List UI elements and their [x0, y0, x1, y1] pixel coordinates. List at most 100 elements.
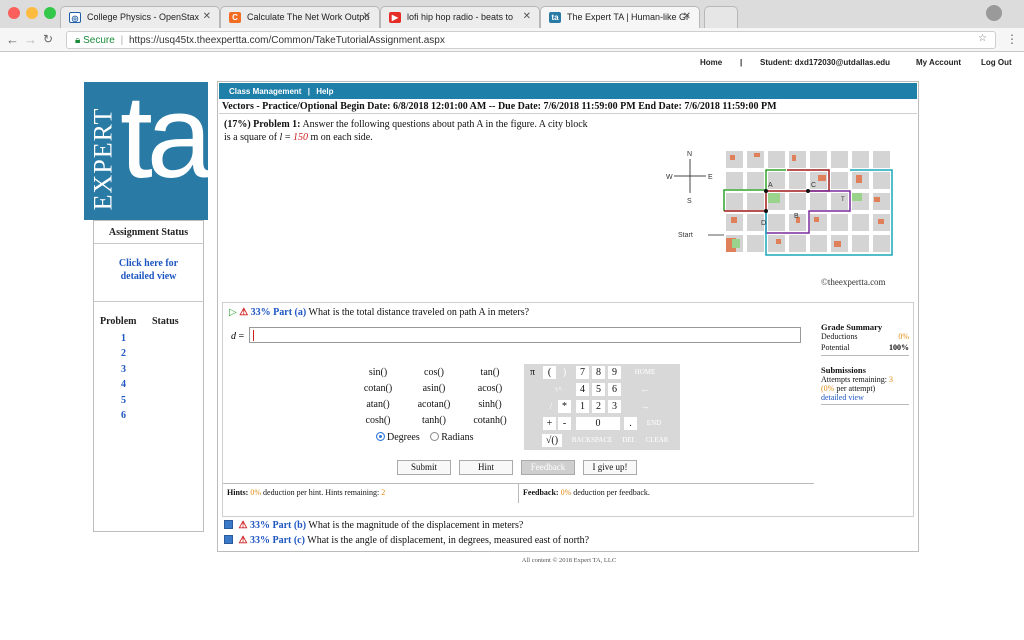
- close-window-button[interactable]: [8, 7, 20, 19]
- digit-1-key[interactable]: 1: [576, 400, 589, 413]
- multiply-key[interactable]: *: [558, 400, 571, 413]
- answer-input[interactable]: [249, 327, 801, 343]
- cos-key[interactable]: cos(): [410, 366, 458, 380]
- calculator-keypad: π ( ) 7 8 9 HOME ↑^ 4 5 6 ← / * 1 2 3 → …: [524, 364, 680, 450]
- deductions-label: Deductions: [821, 332, 858, 341]
- digit-5-key[interactable]: 5: [592, 383, 605, 396]
- tan-key[interactable]: tan(): [466, 366, 514, 380]
- right-paren-key[interactable]: ): [558, 366, 571, 379]
- my-account-link[interactable]: My Account: [916, 58, 961, 67]
- compass-west: W: [666, 174, 673, 181]
- problem-link-2[interactable]: 2: [121, 348, 126, 359]
- browser-tab-youtube[interactable]: ▶ lofi hip hop radio - beats to ✕: [380, 6, 540, 28]
- problem-link-1[interactable]: 1: [121, 333, 126, 344]
- digit-3-key[interactable]: 3: [608, 400, 621, 413]
- clear-key[interactable]: CLEAR: [640, 434, 674, 447]
- part-b-header[interactable]: ⚠ 33% Part (b) What is the magnitude of …: [224, 520, 523, 531]
- part-c-header[interactable]: ⚠ 33% Part (c) What is the angle of disp…: [224, 535, 589, 546]
- submissions-title: Submissions: [821, 365, 866, 375]
- browser-tab-chegg[interactable]: C Calculate The Net Work Outpu ✕: [220, 6, 380, 28]
- part-c-label: Part (c): [272, 535, 305, 546]
- menu-kebab-icon[interactable]: ⋮: [1006, 32, 1018, 46]
- delete-key[interactable]: DEL: [620, 434, 638, 447]
- digit-4-key[interactable]: 4: [576, 383, 589, 396]
- atan-key[interactable]: atan(): [354, 398, 402, 412]
- close-tab-icon[interactable]: ✕: [363, 11, 371, 22]
- digit-7-key[interactable]: 7: [576, 366, 589, 379]
- minus-key[interactable]: -: [558, 417, 571, 430]
- digit-8-key[interactable]: 8: [592, 366, 605, 379]
- log-out-link[interactable]: Log Out: [981, 58, 1012, 67]
- submissions-detailed-view-link[interactable]: detailed view: [821, 393, 909, 402]
- submit-button[interactable]: Submit: [397, 460, 451, 475]
- pi-key[interactable]: π: [526, 366, 539, 379]
- detailed-view-link[interactable]: Click here for detailed view: [94, 257, 203, 283]
- url-input[interactable]: 🔒︎ Secure | https://usq45tx.theexpertta.…: [66, 31, 996, 49]
- tanh-key[interactable]: tanh(): [410, 414, 458, 428]
- feedback-button[interactable]: Feedback: [521, 460, 575, 475]
- grade-summary-title: Grade Summary: [821, 322, 883, 332]
- compass-south: S: [687, 198, 692, 205]
- problem-link-5[interactable]: 5: [121, 395, 126, 406]
- url-text: https://usq45tx.theexpertta.com/Common/T…: [128, 35, 445, 46]
- acos-key[interactable]: acos(): [466, 382, 514, 396]
- block-length-value: 150: [292, 132, 308, 143]
- bookmark-star-icon[interactable]: ☆: [978, 33, 987, 44]
- right-arrow-key[interactable]: →: [628, 400, 662, 413]
- acotan-key[interactable]: acotan(): [410, 398, 458, 412]
- reload-icon[interactable]: ↻: [43, 32, 53, 46]
- problem-link-4[interactable]: 4: [121, 379, 126, 390]
- problem-link-6[interactable]: 6: [121, 410, 126, 421]
- help-link[interactable]: Help: [316, 87, 333, 96]
- city-map-svg: N S W E A B C D T Start: [666, 151, 893, 256]
- class-management-link[interactable]: Class Management: [229, 87, 301, 96]
- cotan-key[interactable]: cotan(): [354, 382, 402, 396]
- browser-tab-expertta[interactable]: ta The Expert TA | Human-like Gr ✕: [540, 6, 700, 28]
- asin-key[interactable]: asin(): [410, 382, 458, 396]
- cotanh-key[interactable]: cotanh(): [466, 414, 514, 428]
- home-key[interactable]: HOME: [628, 366, 662, 379]
- attempts-label: Attempts remaining:: [821, 375, 887, 384]
- end-key[interactable]: END: [640, 417, 668, 430]
- sin-key[interactable]: sin(): [354, 366, 402, 380]
- tab-title: College Physics - OpenStax: [87, 12, 200, 22]
- close-tab-icon[interactable]: ✕: [683, 11, 691, 22]
- cosh-key[interactable]: cosh(): [354, 414, 402, 428]
- divide-key[interactable]: /: [546, 400, 556, 413]
- plus-key[interactable]: +: [543, 417, 556, 430]
- backspace-key[interactable]: BACKSPACE: [566, 434, 618, 447]
- close-tab-icon[interactable]: ✕: [203, 11, 211, 22]
- radians-radio[interactable]: [430, 432, 440, 441]
- profile-icon[interactable]: [986, 5, 1002, 21]
- digit-2-key[interactable]: 2: [592, 400, 605, 413]
- hint-button[interactable]: Hint: [459, 460, 513, 475]
- decimal-key[interactable]: .: [624, 417, 637, 430]
- collapse-icon[interactable]: [224, 520, 233, 529]
- browser-tab-openstax[interactable]: ◎ College Physics - OpenStax ✕: [60, 6, 220, 28]
- degrees-radio[interactable]: [376, 432, 385, 441]
- close-tab-icon[interactable]: ✕: [523, 11, 531, 22]
- forward-arrow-icon[interactable]: →: [24, 32, 37, 47]
- left-arrow-key[interactable]: ←: [628, 383, 662, 396]
- problem-weight: (17%): [224, 119, 251, 130]
- new-tab-button[interactable]: [704, 6, 738, 28]
- back-arrow-icon[interactable]: ←: [6, 32, 19, 47]
- problem-link-3[interactable]: 3: [121, 364, 126, 375]
- compass-north: N: [687, 151, 692, 158]
- assignment-frame: Class Management | Help Vectors - Practi…: [217, 81, 919, 564]
- minimize-window-button[interactable]: [26, 7, 38, 19]
- give-up-button[interactable]: I give up!: [583, 460, 637, 475]
- sqrt-key[interactable]: √(): [542, 434, 562, 447]
- sinh-key[interactable]: sinh(): [466, 398, 514, 412]
- left-paren-key[interactable]: (: [543, 366, 556, 379]
- digit-9-key[interactable]: 9: [608, 366, 621, 379]
- label-b: B: [794, 213, 799, 220]
- equals-sign: =: [284, 132, 291, 143]
- collapse-icon[interactable]: [224, 535, 233, 544]
- up-caret-key[interactable]: ↑^: [543, 383, 573, 396]
- maximize-window-button[interactable]: [44, 7, 56, 19]
- home-link[interactable]: Home: [700, 58, 722, 67]
- digit-6-key[interactable]: 6: [608, 383, 621, 396]
- expand-arrow-icon[interactable]: ▷: [229, 307, 237, 318]
- digit-0-key[interactable]: 0: [576, 417, 620, 430]
